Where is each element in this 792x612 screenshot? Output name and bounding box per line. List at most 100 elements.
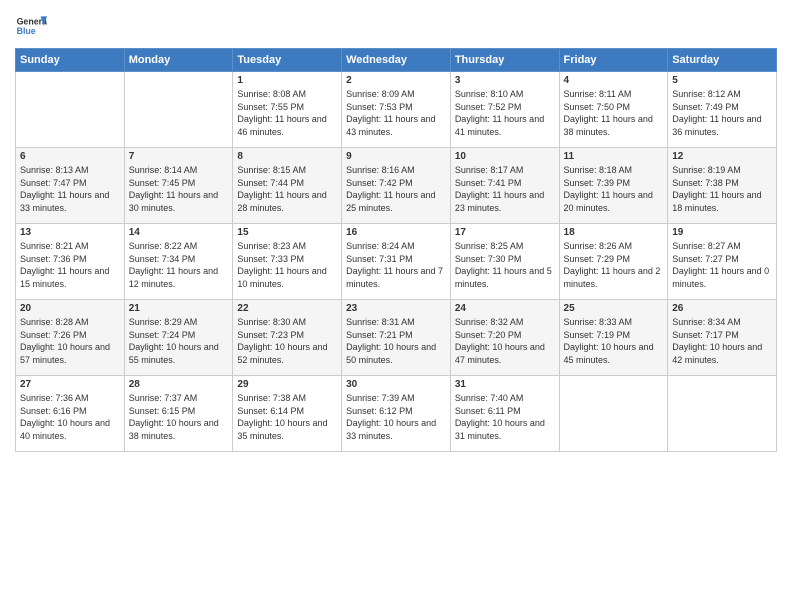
calendar-cell: 2 Sunrise: 8:09 AM Sunset: 7:53 PM Daylig…	[342, 72, 451, 148]
weekday-header-wednesday: Wednesday	[342, 49, 451, 72]
calendar-week-3: 13Sunrise: 8:21 AM Sunset: 7:36 PM Dayli…	[16, 224, 777, 300]
calendar-cell: 25 Sunrise: 8:33 AM Sunset: 7:19 PM Dayli…	[559, 300, 668, 376]
day-number: 5	[672, 75, 772, 86]
day-number: 19	[672, 227, 772, 238]
header: General Blue	[15, 10, 777, 42]
day-number: 9	[346, 151, 446, 162]
day-number: 14	[129, 227, 229, 238]
day-info: Sunrise: 7:37 AM Sunset: 6:15 PM Dayligh…	[129, 392, 229, 442]
calendar-cell: 24Sunrise: 8:32 AM Sunset: 7:20 PM Dayli…	[450, 300, 559, 376]
calendar-week-4: 20Sunrise: 8:28 AM Sunset: 7:26 PM Dayli…	[16, 300, 777, 376]
weekday-header-saturday: Saturday	[668, 49, 777, 72]
calendar-cell: 3 Sunrise: 8:10 AM Sunset: 7:52 PM Daylig…	[450, 72, 559, 148]
day-number: 13	[20, 227, 120, 238]
calendar-cell: 29Sunrise: 7:38 AM Sunset: 6:14 PM Dayli…	[233, 376, 342, 452]
calendar-cell: 18 Sunrise: 8:26 AM Sunset: 7:29 PM Dayli…	[559, 224, 668, 300]
day-number: 16	[346, 227, 446, 238]
calendar-cell: 15Sunrise: 8:23 AM Sunset: 7:33 PM Dayli…	[233, 224, 342, 300]
day-number: 1	[237, 75, 337, 86]
calendar-cell: 31Sunrise: 7:40 AM Sunset: 6:11 PM Dayli…	[450, 376, 559, 452]
calendar-cell: 20Sunrise: 8:28 AM Sunset: 7:26 PM Dayli…	[16, 300, 125, 376]
calendar-cell: 5 Sunrise: 8:12 AM Sunset: 7:49 PM Daylig…	[668, 72, 777, 148]
day-number: 29	[237, 379, 337, 390]
day-number: 30	[346, 379, 446, 390]
calendar-cell: 13Sunrise: 8:21 AM Sunset: 7:36 PM Dayli…	[16, 224, 125, 300]
calendar-week-1: 1 Sunrise: 8:08 AM Sunset: 7:55 PM Daylig…	[16, 72, 777, 148]
calendar-cell: 14 Sunrise: 8:22 AM Sunset: 7:34 PM Dayli…	[124, 224, 233, 300]
calendar-cell: 26 Sunrise: 8:34 AM Sunset: 7:17 PM Dayli…	[668, 300, 777, 376]
calendar-cell: 11 Sunrise: 8:18 AM Sunset: 7:39 PM Dayli…	[559, 148, 668, 224]
calendar-week-2: 6Sunrise: 8:13 AM Sunset: 7:47 PM Daylig…	[16, 148, 777, 224]
calendar-cell	[124, 72, 233, 148]
calendar-cell: 10 Sunrise: 8:17 AM Sunset: 7:41 PM Dayli…	[450, 148, 559, 224]
day-number: 10	[455, 151, 555, 162]
day-number: 26	[672, 303, 772, 314]
day-info: Sunrise: 8:16 AM Sunset: 7:42 PM Dayligh…	[346, 164, 446, 214]
calendar-cell: 4 Sunrise: 8:11 AM Sunset: 7:50 PM Daylig…	[559, 72, 668, 148]
calendar-cell: 12 Sunrise: 8:19 AM Sunset: 7:38 PM Dayli…	[668, 148, 777, 224]
day-number: 12	[672, 151, 772, 162]
day-info: Sunrise: 8:34 AM Sunset: 7:17 PM Dayligh…	[672, 316, 772, 366]
logo-icon: General Blue	[15, 10, 47, 42]
day-number: 22	[237, 303, 337, 314]
day-info: Sunrise: 7:39 AM Sunset: 6:12 PM Dayligh…	[346, 392, 446, 442]
weekday-header-sunday: Sunday	[16, 49, 125, 72]
day-info: Sunrise: 8:31 AM Sunset: 7:21 PM Dayligh…	[346, 316, 446, 366]
day-info: Sunrise: 8:15 AM Sunset: 7:44 PM Dayligh…	[237, 164, 337, 214]
calendar-cell: 16 Sunrise: 8:24 AM Sunset: 7:31 PM Dayli…	[342, 224, 451, 300]
calendar-table: SundayMondayTuesdayWednesdayThursdayFrid…	[15, 48, 777, 452]
day-number: 18	[564, 227, 664, 238]
day-number: 28	[129, 379, 229, 390]
calendar-cell	[16, 72, 125, 148]
day-info: Sunrise: 8:14 AM Sunset: 7:45 PM Dayligh…	[129, 164, 229, 214]
weekday-header-tuesday: Tuesday	[233, 49, 342, 72]
calendar-cell: 7 Sunrise: 8:14 AM Sunset: 7:45 PM Daylig…	[124, 148, 233, 224]
calendar-cell: 17Sunrise: 8:25 AM Sunset: 7:30 PM Dayli…	[450, 224, 559, 300]
calendar-cell: 27Sunrise: 7:36 AM Sunset: 6:16 PM Dayli…	[16, 376, 125, 452]
calendar-cell: 22 Sunrise: 8:30 AM Sunset: 7:23 PM Dayli…	[233, 300, 342, 376]
day-number: 7	[129, 151, 229, 162]
day-number: 21	[129, 303, 229, 314]
day-number: 3	[455, 75, 555, 86]
calendar-cell: 9 Sunrise: 8:16 AM Sunset: 7:42 PM Daylig…	[342, 148, 451, 224]
day-number: 15	[237, 227, 337, 238]
calendar-cell: 6Sunrise: 8:13 AM Sunset: 7:47 PM Daylig…	[16, 148, 125, 224]
day-info: Sunrise: 8:17 AM Sunset: 7:41 PM Dayligh…	[455, 164, 555, 214]
day-info: Sunrise: 8:09 AM Sunset: 7:53 PM Dayligh…	[346, 88, 446, 138]
weekday-header-friday: Friday	[559, 49, 668, 72]
page-container: General Blue SundayMondayTuesdayWednesda…	[0, 0, 792, 462]
day-number: 11	[564, 151, 664, 162]
calendar-cell: 19 Sunrise: 8:27 AM Sunset: 7:27 PM Dayli…	[668, 224, 777, 300]
day-info: Sunrise: 8:27 AM Sunset: 7:27 PM Dayligh…	[672, 240, 772, 290]
day-info: Sunrise: 8:24 AM Sunset: 7:31 PM Dayligh…	[346, 240, 446, 290]
day-number: 6	[20, 151, 120, 162]
day-number: 27	[20, 379, 120, 390]
day-info: Sunrise: 8:19 AM Sunset: 7:38 PM Dayligh…	[672, 164, 772, 214]
day-info: Sunrise: 8:30 AM Sunset: 7:23 PM Dayligh…	[237, 316, 337, 366]
day-info: Sunrise: 7:40 AM Sunset: 6:11 PM Dayligh…	[455, 392, 555, 442]
day-number: 20	[20, 303, 120, 314]
day-number: 25	[564, 303, 664, 314]
weekday-header-thursday: Thursday	[450, 49, 559, 72]
day-number: 8	[237, 151, 337, 162]
day-info: Sunrise: 8:08 AM Sunset: 7:55 PM Dayligh…	[237, 88, 337, 138]
day-number: 23	[346, 303, 446, 314]
calendar-cell: 28 Sunrise: 7:37 AM Sunset: 6:15 PM Dayli…	[124, 376, 233, 452]
weekday-header-row: SundayMondayTuesdayWednesdayThursdayFrid…	[16, 49, 777, 72]
calendar-cell: 23 Sunrise: 8:31 AM Sunset: 7:21 PM Dayli…	[342, 300, 451, 376]
calendar-cell	[668, 376, 777, 452]
day-info: Sunrise: 8:11 AM Sunset: 7:50 PM Dayligh…	[564, 88, 664, 138]
day-info: Sunrise: 8:25 AM Sunset: 7:30 PM Dayligh…	[455, 240, 555, 290]
day-info: Sunrise: 8:32 AM Sunset: 7:20 PM Dayligh…	[455, 316, 555, 366]
day-info: Sunrise: 8:29 AM Sunset: 7:24 PM Dayligh…	[129, 316, 229, 366]
day-info: Sunrise: 8:22 AM Sunset: 7:34 PM Dayligh…	[129, 240, 229, 290]
day-info: Sunrise: 8:26 AM Sunset: 7:29 PM Dayligh…	[564, 240, 664, 290]
svg-text:Blue: Blue	[17, 26, 36, 36]
day-info: Sunrise: 8:18 AM Sunset: 7:39 PM Dayligh…	[564, 164, 664, 214]
day-number: 4	[564, 75, 664, 86]
day-info: Sunrise: 8:10 AM Sunset: 7:52 PM Dayligh…	[455, 88, 555, 138]
day-info: Sunrise: 8:12 AM Sunset: 7:49 PM Dayligh…	[672, 88, 772, 138]
calendar-cell: 8 Sunrise: 8:15 AM Sunset: 7:44 PM Daylig…	[233, 148, 342, 224]
day-number: 2	[346, 75, 446, 86]
day-info: Sunrise: 8:33 AM Sunset: 7:19 PM Dayligh…	[564, 316, 664, 366]
